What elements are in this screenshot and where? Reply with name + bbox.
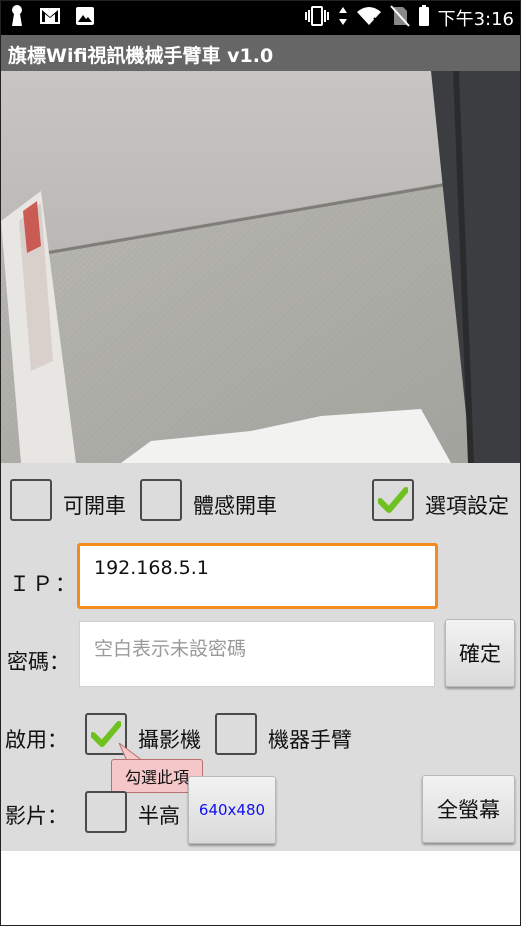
keyhole-icon (9, 4, 25, 32)
ip-value: 192.168.5.1 (94, 557, 209, 579)
control-panel: 可開車 體感開車 選項設定 ＩＰ： 192.168.5.1 密碼： 空白表示未設… (1, 463, 520, 851)
password-label: 密碼： (7, 650, 70, 674)
app-title: 旗標Wifi視訊機械手臂車 v1.0 (8, 45, 274, 67)
battery-icon (418, 5, 430, 31)
drive-checkbox[interactable] (10, 479, 52, 521)
motion-drive-checkbox[interactable] (140, 479, 182, 521)
vibrate-icon (304, 5, 330, 31)
ip-label: ＩＰ： (9, 572, 78, 596)
fullscreen-button[interactable]: 全螢幕 (422, 775, 515, 843)
ip-input[interactable]: 192.168.5.1 (77, 543, 438, 609)
camera-label: 攝影機 (138, 728, 201, 752)
enable-label: 啟用： (5, 728, 68, 752)
no-sim-icon (389, 5, 410, 31)
arm-label: 機器手臂 (268, 728, 352, 752)
password-input[interactable]: 空白表示未設密碼 (79, 621, 435, 687)
gmail-icon (39, 7, 61, 29)
confirm-button[interactable]: 確定 (445, 619, 515, 687)
title-bar: 旗標Wifi視訊機械手臂車 v1.0 (1, 35, 520, 71)
motion-drive-label: 體感開車 (193, 494, 277, 518)
app-window: 下午3:16 旗標Wifi視訊機械手臂車 v1.0 可開車 體感開車 選項設定 … (0, 0, 521, 926)
status-bar: 下午3:16 (1, 1, 520, 35)
options-checkbox[interactable] (372, 479, 414, 521)
resolution-button[interactable]: 640x480 (188, 776, 276, 844)
camera-view[interactable] (1, 71, 520, 463)
image-icon (75, 6, 95, 30)
options-label: 選項設定 (425, 494, 509, 518)
half-height-label: 半高 (138, 804, 180, 828)
password-placeholder: 空白表示未設密碼 (94, 638, 247, 660)
camera-feed-image (1, 71, 520, 463)
data-arrows-icon (338, 6, 348, 30)
wifi-icon (356, 6, 382, 30)
arm-checkbox[interactable] (215, 713, 257, 755)
drive-label: 可開車 (63, 494, 126, 518)
checkmark-icon (378, 487, 408, 513)
video-label: 影片： (5, 804, 68, 828)
half-height-checkbox[interactable] (85, 791, 127, 833)
clock-time: 下午3:16 (437, 9, 514, 30)
